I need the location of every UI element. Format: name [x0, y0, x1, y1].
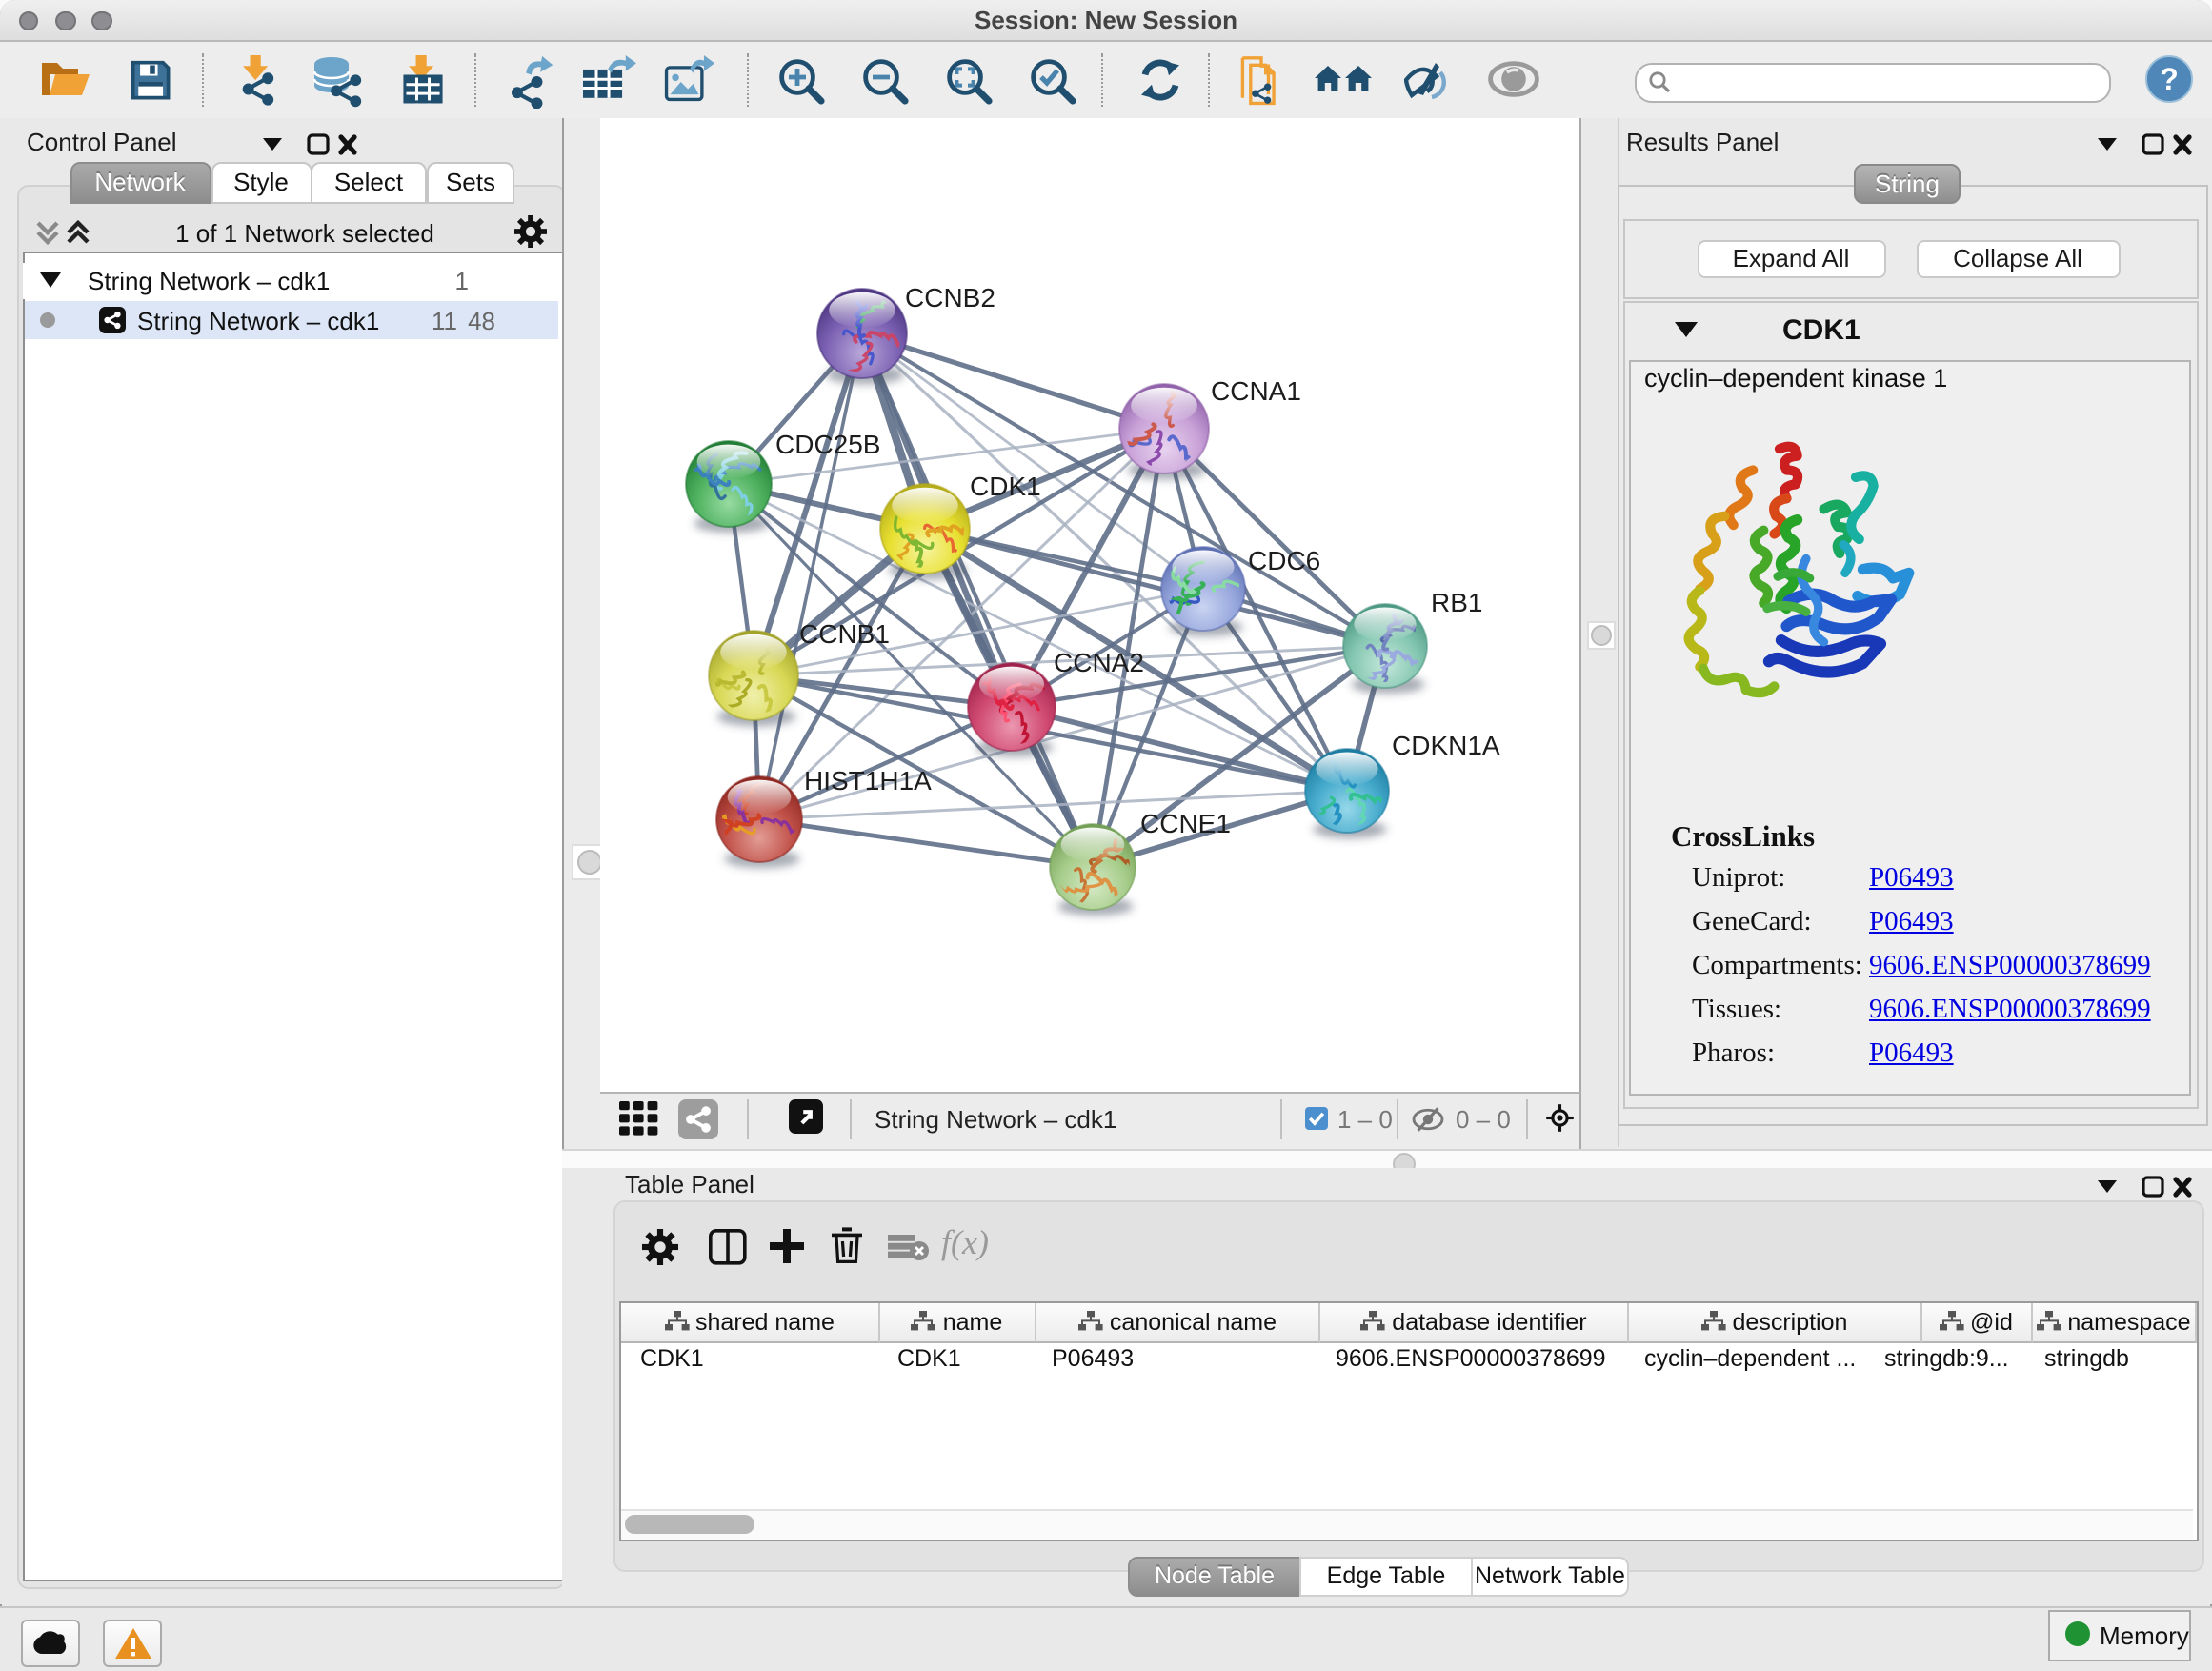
svg-text:RB1: RB1	[1431, 588, 1482, 617]
svg-text:CDKN1A: CDKN1A	[1392, 731, 1500, 760]
svg-text:HIST1H1A: HIST1H1A	[804, 766, 932, 795]
svg-text:CCNB1: CCNB1	[799, 619, 890, 649]
svg-text:?: ?	[2160, 62, 2179, 96]
svg-text:CDC25B: CDC25B	[775, 430, 880, 459]
svg-text:CCNB2: CCNB2	[905, 283, 995, 312]
svg-text:CCNA2: CCNA2	[1054, 648, 1144, 677]
svg-text:CDK1: CDK1	[970, 472, 1041, 501]
svg-text:CDC6: CDC6	[1248, 546, 1320, 575]
svg-text:CCNA1: CCNA1	[1211, 376, 1301, 406]
svg-text:CCNE1: CCNE1	[1140, 809, 1231, 838]
